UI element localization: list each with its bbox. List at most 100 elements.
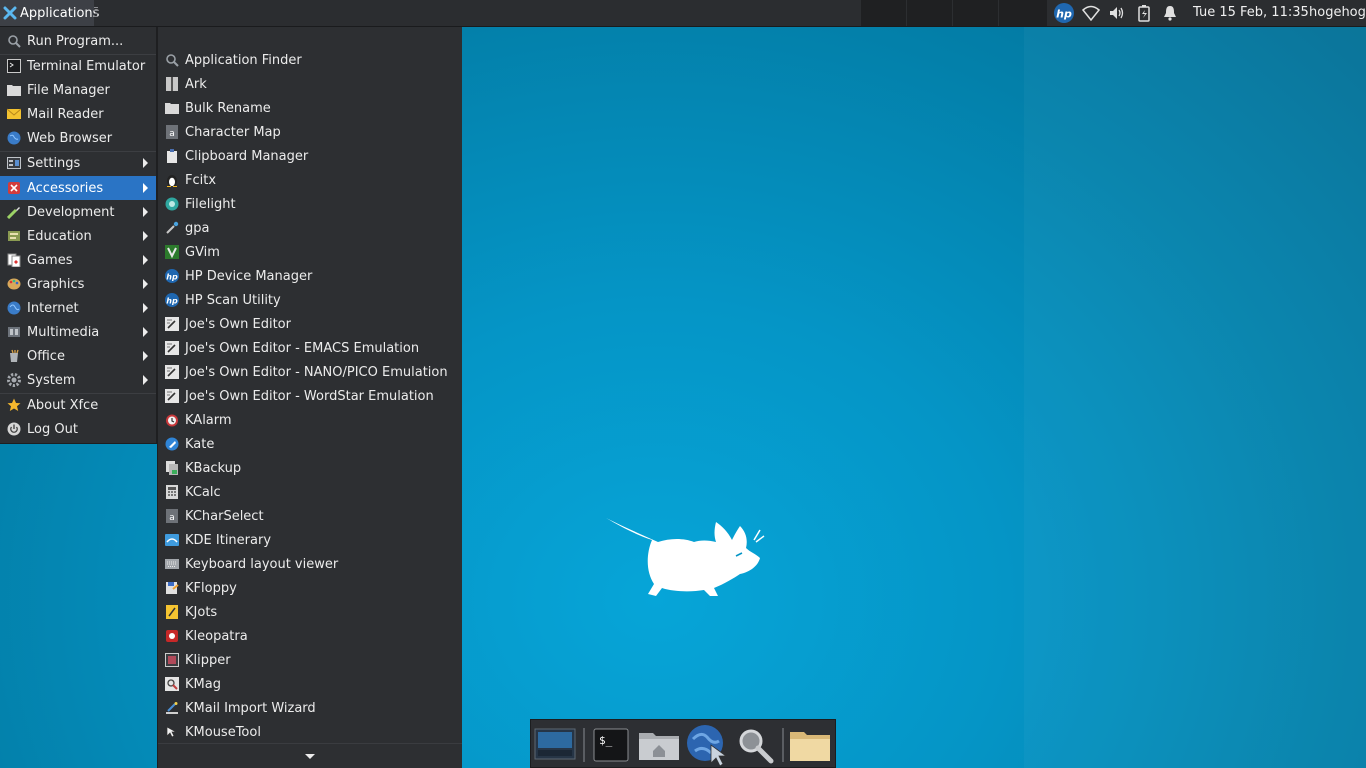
accessories-icon <box>6 180 22 196</box>
submenu-item-joes-own-editor-nano[interactable]: Joe's Own Editor - NANO/PICO Emulation <box>158 360 462 384</box>
submenu-item-filelight[interactable]: Filelight <box>158 192 462 216</box>
menu-item-accessories[interactable]: Accessories <box>0 176 156 200</box>
notification-bell-icon[interactable] <box>1159 0 1181 26</box>
submenu-item-kmail-import-wizard[interactable]: KMail Import Wizard <box>158 696 462 720</box>
development-icon <box>6 204 22 220</box>
menu-item-internet[interactable]: Internet <box>0 296 156 320</box>
submenu-scroll-down-button[interactable] <box>158 743 462 768</box>
submenu-item-joes-own-editor[interactable]: Joe's Own Editor <box>158 312 462 336</box>
menu-item-games[interactable]: Games <box>0 248 156 272</box>
submenu-item-kde-itinerary[interactable]: KDE Itinerary <box>158 528 462 552</box>
workspace-4[interactable] <box>998 0 1047 26</box>
menu-item-label: About Xfce <box>27 397 99 413</box>
submenu-item-gvim[interactable]: GVim <box>158 240 462 264</box>
submenu-item-kalarm[interactable]: KAlarm <box>158 408 462 432</box>
submenu-item-label: KDE Itinerary <box>185 532 272 548</box>
battery-icon[interactable] <box>1133 0 1155 26</box>
xfce-mouse-logo <box>606 518 765 596</box>
submenu-item-label: KAlarm <box>185 412 232 428</box>
submenu-item-label: KMag <box>185 676 221 692</box>
show-desktop-icon[interactable] <box>533 723 577 767</box>
submenu-item-bulk-rename[interactable]: Bulk Rename <box>158 96 462 120</box>
submenu-item-kfloppy[interactable]: KFloppy <box>158 576 462 600</box>
menu-item-run-program[interactable]: Run Program... <box>0 29 156 53</box>
menu-item-label: Internet <box>27 300 79 316</box>
folder-icon[interactable] <box>788 723 832 767</box>
submenu-item-klipper[interactable]: Klipper <box>158 648 462 672</box>
submenu-item-hp-scan-utility[interactable]: hp HP Scan Utility <box>158 288 462 312</box>
settings-icon <box>6 155 22 171</box>
hp-icon[interactable]: hp <box>1052 0 1076 26</box>
menu-item-label: Accessories <box>27 180 104 196</box>
workspace-1[interactable] <box>860 0 906 26</box>
submenu-item-label: Fcitx <box>185 172 217 188</box>
menu-item-multimedia[interactable]: Multimedia <box>0 320 156 344</box>
home-folder-icon[interactable] <box>637 723 681 767</box>
submenu-item-application-finder[interactable]: Application Finder <box>158 48 462 72</box>
submenu-item-kate[interactable]: Kate <box>158 432 462 456</box>
submenu-item-character-map[interactable]: a Character Map <box>158 120 462 144</box>
top-panel: Applications hp Tue 15 Feb, 11:35 hogeho… <box>0 0 1366 27</box>
menu-item-label: Development <box>27 204 115 220</box>
submenu-item-fcitx[interactable]: Fcitx <box>158 168 462 192</box>
submenu-item-joes-own-editor-wordstar[interactable]: Joe's Own Editor - WordStar Emulation <box>158 384 462 408</box>
menu-item-settings[interactable]: Settings <box>0 151 156 175</box>
kleopatra-icon <box>164 628 180 644</box>
menu-item-log-out[interactable]: Log Out <box>0 417 156 441</box>
submenu-item-kcharselect[interactable]: a KCharSelect <box>158 504 462 528</box>
games-icon <box>6 252 22 268</box>
submenu-item-joes-own-editor-emacs[interactable]: Joe's Own Editor - EMACS Emulation <box>158 336 462 360</box>
star-icon <box>6 397 22 413</box>
volume-icon[interactable] <box>1106 0 1128 26</box>
menu-item-graphics[interactable]: Graphics <box>0 272 156 296</box>
menu-item-file-manager[interactable]: File Manager <box>0 78 156 102</box>
kate-icon <box>164 436 180 452</box>
submenu-item-keyboard-layout-viewer[interactable]: Keyboard layout viewer <box>158 552 462 576</box>
submenu-item-gpa[interactable]: gpa <box>158 216 462 240</box>
applications-menu-button[interactable]: Applications <box>0 0 99 26</box>
workspace-2[interactable] <box>906 0 952 26</box>
accessories-submenu: Application Finder Ark Bulk Rename a Cha… <box>157 27 462 768</box>
svg-text:$_: $_ <box>599 734 613 747</box>
submenu-item-label: KMouseTool <box>185 724 261 740</box>
clock[interactable]: Tue 15 Feb, 11:35 <box>1193 0 1309 26</box>
mouse-tool-icon <box>164 724 180 740</box>
submenu-item-label: Bulk Rename <box>185 100 271 116</box>
menu-item-development[interactable]: Development <box>0 200 156 224</box>
submenu-arrow-icon <box>143 231 148 241</box>
submenu-arrow-icon <box>143 375 148 385</box>
submenu-item-label: KFloppy <box>185 580 237 596</box>
submenu-item-hp-device-manager[interactable]: hp HP Device Manager <box>158 264 462 288</box>
submenu-item-label: KCharSelect <box>185 508 264 524</box>
menu-item-web-browser[interactable]: Web Browser <box>0 126 156 150</box>
submenu-item-kleopatra[interactable]: Kleopatra <box>158 624 462 648</box>
submenu-item-kjots[interactable]: KJots <box>158 600 462 624</box>
workspace-3[interactable] <box>952 0 998 26</box>
menu-item-education[interactable]: Education <box>0 224 156 248</box>
app-finder-icon[interactable] <box>733 723 777 767</box>
submenu-item-clipboard-manager[interactable]: Clipboard Manager <box>158 144 462 168</box>
menu-item-system[interactable]: System <box>0 368 156 392</box>
svg-text:hp: hp <box>1056 8 1072 21</box>
submenu-item-kmag[interactable]: KMag <box>158 672 462 696</box>
clipboard-icon <box>164 148 180 164</box>
editor-icon <box>164 388 180 404</box>
terminal-icon[interactable]: $_ <box>589 723 633 767</box>
applications-menu: Run Program... Terminal Emulator File Ma… <box>0 27 157 444</box>
submenu-item-ark[interactable]: Ark <box>158 72 462 96</box>
web-browser-icon[interactable] <box>685 723 729 767</box>
submenu-item-kbackup[interactable]: KBackup <box>158 456 462 480</box>
submenu-item-label: KCalc <box>185 484 221 500</box>
user-menu[interactable]: hogehoge <box>1309 0 1366 26</box>
panel-drag-handle[interactable] <box>94 7 98 19</box>
wifi-icon[interactable] <box>1080 0 1102 26</box>
submenu-item-kcalc[interactable]: KCalc <box>158 480 462 504</box>
system-icon <box>6 372 22 388</box>
menu-item-office[interactable]: Office <box>0 344 156 368</box>
menu-item-about-xfce[interactable]: About Xfce <box>0 393 156 417</box>
menu-item-terminal-emulator[interactable]: Terminal Emulator <box>0 54 156 78</box>
submenu-item-label: Clipboard Manager <box>185 148 309 164</box>
svg-text:a: a <box>169 129 175 139</box>
submenu-item-kmousetool[interactable]: KMouseTool <box>158 720 462 744</box>
menu-item-mail-reader[interactable]: Mail Reader <box>0 102 156 126</box>
